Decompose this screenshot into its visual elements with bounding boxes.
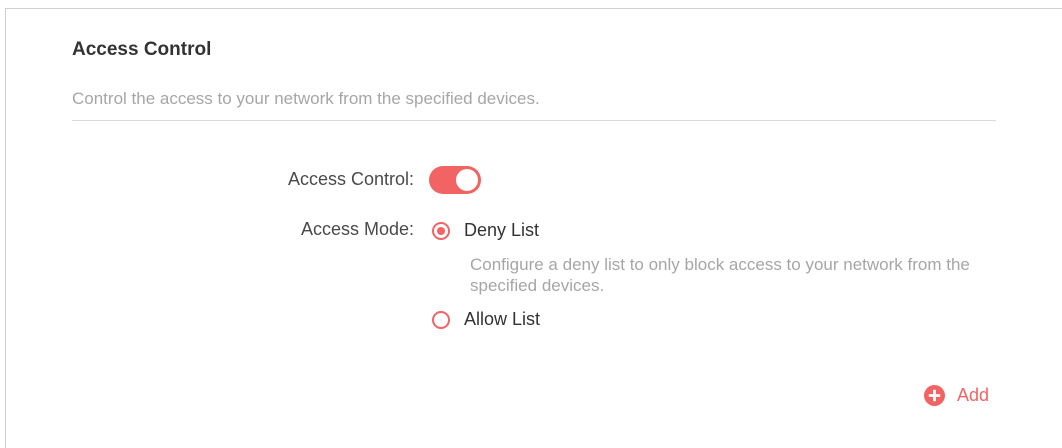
deny-list-option[interactable]: Deny List: [432, 220, 539, 241]
toggle-knob: [456, 169, 478, 191]
add-button[interactable]: Add: [924, 385, 989, 406]
deny-list-radio[interactable]: [432, 221, 450, 240]
deny-list-description: Configure a deny list to only block acce…: [470, 255, 970, 295]
allow-list-radio[interactable]: [432, 310, 450, 329]
access-control-label: Access Control:: [287, 169, 414, 189]
access-control-panel: Access Control Control the access to you…: [5, 8, 1062, 448]
allow-list-label: Allow List: [464, 309, 541, 329]
access-mode-label: Access Mode:: [300, 219, 414, 239]
plus-circle-icon: [924, 385, 945, 406]
allow-list-option[interactable]: Allow List: [432, 309, 540, 330]
add-label: Add: [957, 385, 990, 405]
access-control-toggle[interactable]: [429, 166, 481, 194]
section-divider: [72, 120, 996, 121]
section-description: Control the access to your network from …: [72, 89, 540, 108]
deny-list-label: Deny List: [464, 220, 540, 240]
section-title: Access Control: [72, 39, 212, 60]
